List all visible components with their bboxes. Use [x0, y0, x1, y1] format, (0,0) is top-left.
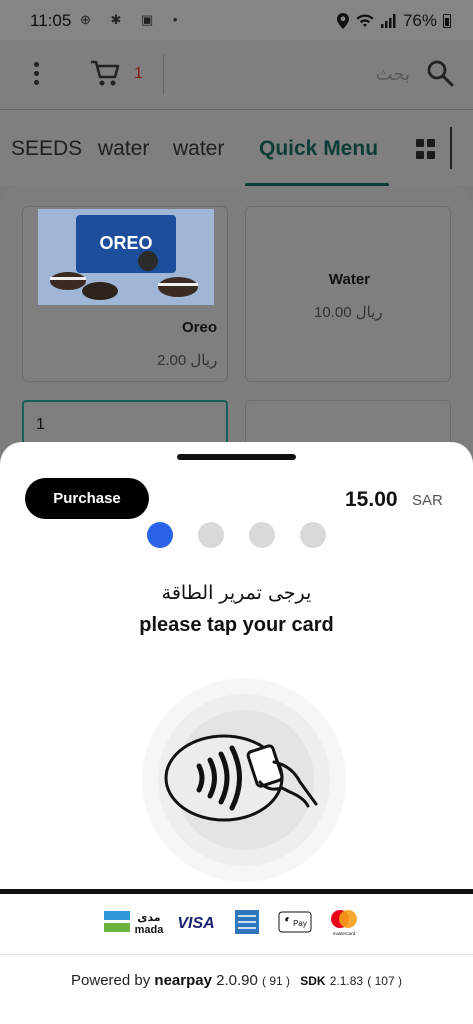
- tab-seeds[interactable]: SEEDS: [11, 137, 82, 161]
- cart-icon[interactable]: [90, 60, 120, 88]
- product-price-oreo: 2.00 ريال: [157, 352, 218, 369]
- payment-bottom-sheet: Purchase 15.00 SAR يرجى تمرير الطاقة ple…: [0, 442, 473, 1024]
- status-time: 11:05: [30, 11, 72, 30]
- sheet-divider: [0, 889, 473, 894]
- status-notification-icons: ⊕ ✱ ▣ •: [80, 12, 186, 27]
- payment-currency: SAR: [412, 492, 443, 509]
- sdk-label: SDK: [300, 974, 326, 988]
- applepay-text: Pay: [293, 919, 307, 928]
- battery-percent: 76%: [402, 11, 437, 30]
- visa-logo-icon: VISA: [177, 915, 214, 932]
- battery-icon: [443, 14, 451, 28]
- visa-text: VISA: [177, 915, 214, 932]
- mada-en-text: mada: [135, 924, 165, 936]
- apple-pay-logo-icon: Pay: [278, 911, 312, 933]
- tab-water-2[interactable]: water: [173, 137, 224, 161]
- product-card-oreo[interactable]: OREO Oreo 2.00 ريال: [22, 206, 228, 382]
- more-menu-icon[interactable]: [28, 62, 44, 88]
- product-name-oreo: Oreo: [181, 319, 217, 336]
- sdk-build: ( 107 ): [367, 974, 402, 988]
- tab-water-1[interactable]: water: [98, 137, 149, 161]
- status-bar: 11:05 ⊕ ✱ ▣ • 76%: [0, 0, 473, 40]
- step-dot-2: [198, 522, 224, 548]
- cart-count-badge: 1: [134, 65, 143, 82]
- instruction-arabic: يرجى تمرير الطاقة: [161, 582, 312, 604]
- tap-card-illustration-icon: [142, 678, 346, 882]
- tabs-end-divider: [450, 127, 452, 169]
- mada-logo-icon: مدى mada: [104, 911, 165, 936]
- product-card-water[interactable]: Water 10.00 ريال: [245, 206, 451, 382]
- oreo-product-image: OREO: [38, 209, 214, 305]
- grid-view-icon[interactable]: [416, 139, 436, 159]
- instruction-english: please tap your card: [139, 614, 334, 636]
- header-divider: [163, 54, 164, 94]
- sheet-drag-handle[interactable]: [177, 454, 296, 460]
- step-indicator: [147, 522, 327, 548]
- powered-by-label: Powered by: [71, 972, 151, 989]
- product-name-water: Water: [328, 271, 370, 288]
- search-icon[interactable]: [426, 59, 454, 87]
- payment-amount: 15.00: [345, 488, 398, 511]
- product-price-water: 10.00 ريال: [314, 304, 383, 321]
- nearpay-version: 2.0.90: [216, 972, 258, 989]
- mastercard-logo-icon: mastercard: [331, 910, 357, 936]
- nearpay-build: ( 91 ): [262, 974, 291, 988]
- step-dot-4: [300, 522, 326, 548]
- step-dot-1: [147, 522, 173, 548]
- oreo-logo-text: OREO: [99, 233, 152, 253]
- signal-icon: [380, 14, 396, 28]
- nearpay-brand: nearpay: [154, 972, 212, 989]
- mastercard-text: mastercard: [333, 931, 356, 936]
- amex-logo-icon: [235, 910, 259, 934]
- wifi-icon: [356, 14, 374, 27]
- status-right: 76%: [336, 11, 451, 31]
- powered-by-footer: Powered by nearpay 2.0.90 ( 91 ) SDK 2.1…: [0, 972, 473, 989]
- category-tabs: SEEDS water water Quick Menu: [0, 111, 473, 187]
- tab-quick-menu[interactable]: Quick Menu: [259, 137, 378, 161]
- location-icon: [336, 13, 349, 29]
- mada-ar-text: مدى: [137, 911, 160, 924]
- step-dot-3: [249, 522, 275, 548]
- footer-divider: [0, 954, 473, 955]
- accepted-cards: مدى mada VISA Pay mastercard: [0, 907, 473, 941]
- search-input[interactable]: [180, 58, 410, 90]
- app-bar: 1: [0, 40, 473, 110]
- sdk-version: 2.1.83: [329, 974, 364, 988]
- purchase-button[interactable]: Purchase: [25, 478, 149, 519]
